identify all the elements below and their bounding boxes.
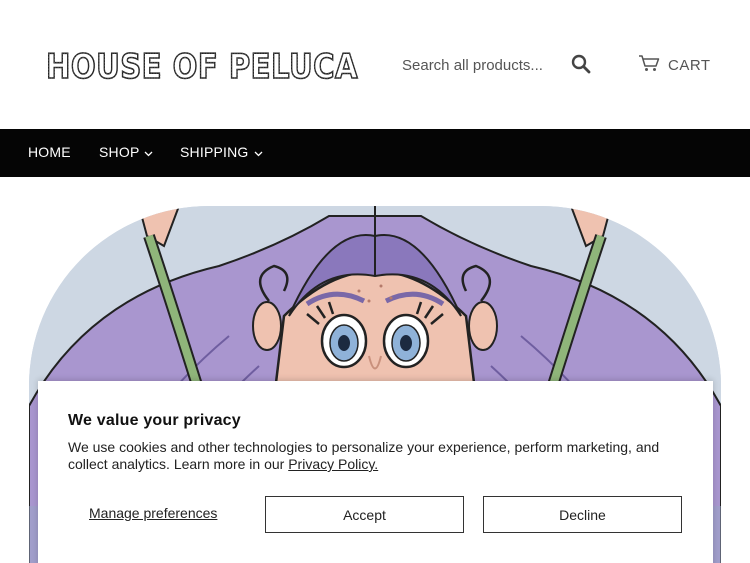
nav-item-home[interactable]: HOME bbox=[28, 144, 71, 160]
logo-text-shadow: HOUSE OF PELUCA bbox=[46, 47, 359, 87]
nav-item-label: SHOP bbox=[99, 144, 140, 160]
decline-button[interactable]: Decline bbox=[483, 496, 682, 533]
nav-item-shop[interactable]: SHOP bbox=[99, 144, 153, 160]
nav-item-label: SHIPPING bbox=[180, 144, 249, 160]
nav-item-label: HOME bbox=[28, 144, 71, 160]
search-icon bbox=[571, 54, 591, 77]
manage-preferences-button[interactable]: Manage preferences bbox=[89, 505, 217, 521]
cookie-description: We use cookies and other technologies to… bbox=[68, 439, 688, 473]
site-header: HOUSE OF PELUCA HOUSE OF PELUCA CART bbox=[0, 0, 750, 129]
accept-button[interactable]: Accept bbox=[265, 496, 464, 533]
cart-icon bbox=[638, 54, 660, 77]
chevron-down-icon bbox=[144, 144, 153, 160]
site-logo[interactable]: HOUSE OF PELUCA HOUSE OF PELUCA bbox=[44, 40, 360, 90]
cookie-title: We value your privacy bbox=[68, 412, 241, 429]
cookie-banner: We value your privacy We use cookies and… bbox=[38, 381, 713, 563]
search-button[interactable] bbox=[568, 52, 594, 78]
chevron-down-icon bbox=[254, 144, 263, 160]
nav-item-shipping[interactable]: SHIPPING bbox=[180, 144, 263, 160]
search-form bbox=[402, 48, 602, 82]
cart-link[interactable]: CART bbox=[638, 52, 711, 78]
cart-label: CART bbox=[668, 56, 711, 74]
search-input[interactable] bbox=[402, 54, 562, 76]
privacy-policy-link[interactable]: Privacy Policy. bbox=[288, 456, 378, 472]
main-nav: HOME SHOP SHIPPING bbox=[0, 129, 750, 177]
